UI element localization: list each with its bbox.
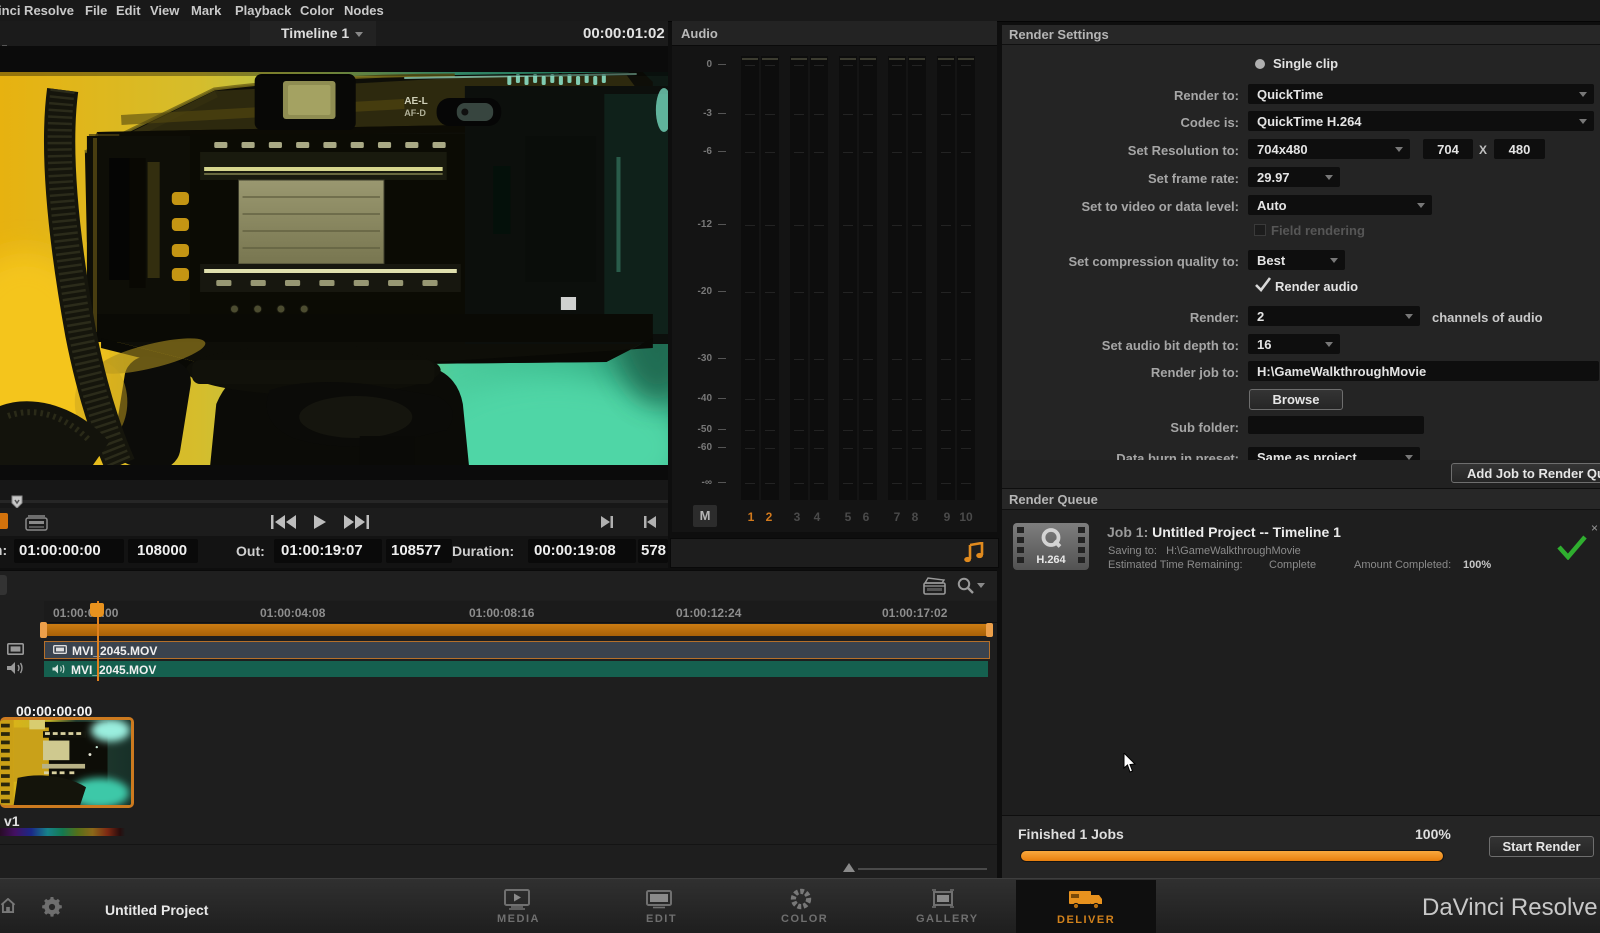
svg-text:AF-D: AF-D xyxy=(404,108,426,118)
svg-text:AE-L: AE-L xyxy=(404,96,428,107)
